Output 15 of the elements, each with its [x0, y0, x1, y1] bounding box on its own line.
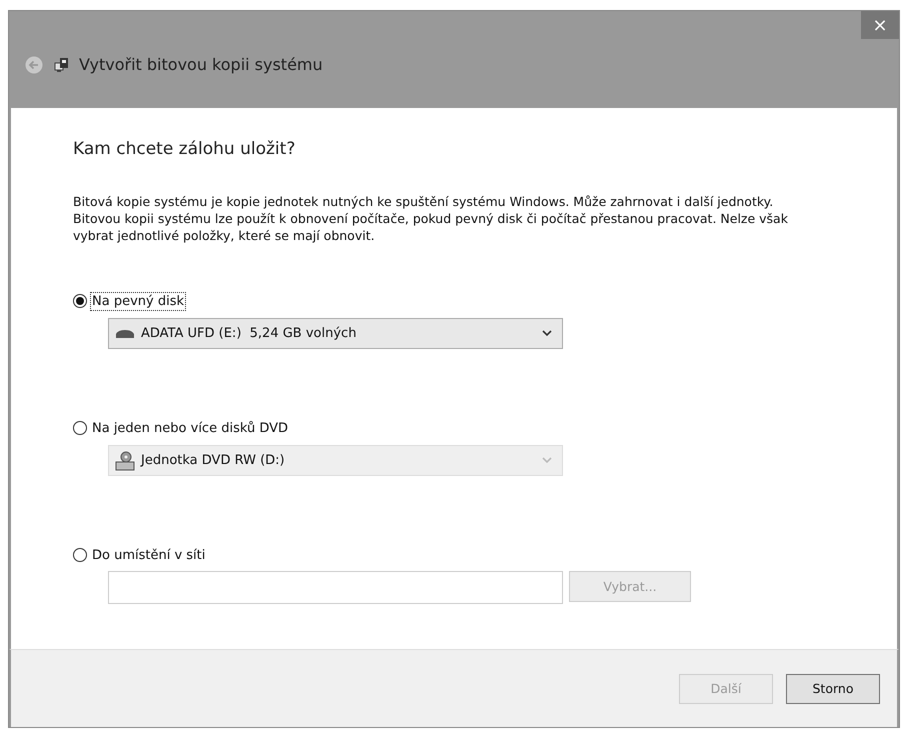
chevron-icon: [542, 457, 552, 464]
radio-label[interactable]: Na pevný disk: [90, 292, 186, 310]
window-title: Vytvořit bitovou kopii systému: [79, 55, 323, 74]
dvd-drive-icon: [115, 450, 135, 470]
drive-icon: [115, 328, 135, 338]
radio-button[interactable]: [73, 294, 87, 308]
dropdown-value: ADATA UFD (E:) 5,24 GB volných: [141, 326, 358, 341]
description: Bitová kopie systému je kopie jednotek nutných ke spuštění systému Windows. Může zahrnovat i další jednotky. Bitovou kopii systému lze použít k obnovení počítače, pokud pevný disk či počítač přestanou pracovat. Nelze však vybrat jednotlivé položky, které se mají obnovit.: [73, 193, 789, 244]
page-heading: Kam chcete zálohu uložit?: [73, 139, 296, 159]
dialog-button[interactable]: Storno: [786, 674, 880, 704]
drive-dropdown[interactable]: ADATA UFD (E:) 5,24 GB volných: [108, 318, 563, 349]
dropdown-value: Jednotka DVD RW (D:): [141, 453, 286, 468]
close-button[interactable]: ×: [861, 11, 899, 39]
backup-icon: [53, 56, 71, 74]
chevron-icon: [542, 330, 552, 337]
